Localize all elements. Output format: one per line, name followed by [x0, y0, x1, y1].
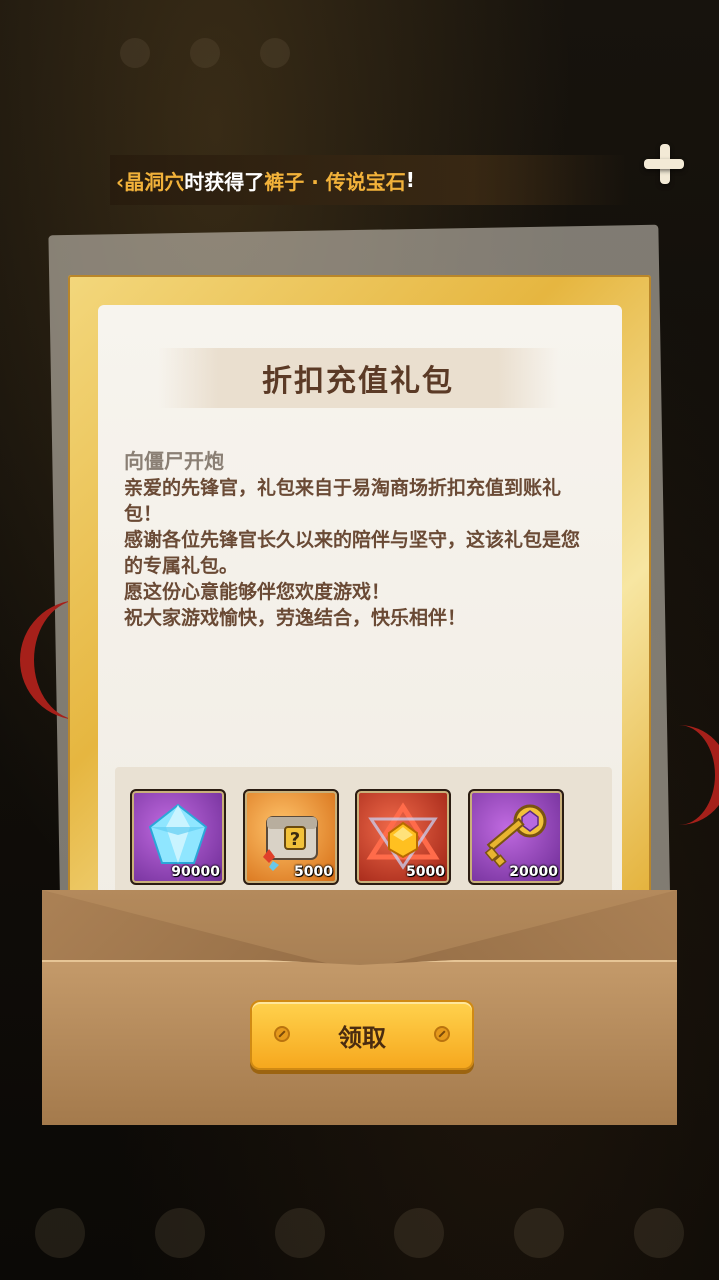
ticker-suffix: !	[405, 168, 415, 192]
reward-slot-key[interactable]: 20000	[468, 789, 564, 885]
ribbon-decoration-right	[655, 725, 719, 825]
nav-icon	[514, 1207, 565, 1258]
mail-title: 折扣充值礼包	[158, 348, 558, 408]
nav-icon	[154, 1207, 205, 1258]
reward-slot-diamond[interactable]: 90000	[130, 789, 226, 885]
mail-body: 亲爱的先锋官，礼包来自于易淘商场折扣充值到账礼包！ 感谢各位先锋官长久以来的陪伴…	[124, 475, 594, 631]
nav-icon	[34, 1207, 85, 1258]
resource-bar	[120, 38, 290, 68]
reward-slot-chest[interactable]: ? 5000	[243, 789, 339, 885]
mail-line: 祝大家游戏愉快，劳逸结合，快乐相伴！	[124, 607, 467, 629]
resource-icon	[190, 38, 220, 68]
resource-icon	[260, 38, 290, 68]
nav-icon	[634, 1207, 685, 1258]
mail-sender: 向僵尸开炮	[124, 449, 224, 473]
close-icon[interactable]	[642, 142, 686, 186]
bolt-icon	[274, 1026, 290, 1042]
ticker-location: ‹晶洞穴	[116, 169, 185, 194]
claim-button-label: 领取	[338, 1023, 386, 1052]
claim-button[interactable]: 领取	[250, 1000, 474, 1070]
nav-icon	[394, 1207, 445, 1258]
reward-qty: 90000	[171, 864, 220, 880]
resource-icon	[120, 38, 150, 68]
mail-line: 亲爱的先锋官，礼包来自于易淘商场折扣充值到账礼包！	[124, 477, 562, 525]
bottom-nav-dimmed	[0, 1185, 719, 1280]
reward-qty: 5000	[294, 864, 333, 880]
svg-text:?: ?	[290, 829, 300, 850]
ticker-text: 时获得了	[184, 169, 265, 194]
mail-line: 感谢各位先锋官长久以来的陪伴与坚守，这该礼包是您的专属礼包。	[124, 529, 581, 577]
nav-icon	[274, 1207, 325, 1258]
reward-slot-gem[interactable]: 5000	[355, 789, 451, 885]
reward-qty: 20000	[509, 864, 558, 880]
bolt-icon	[434, 1026, 450, 1042]
broadcast-ticker: ‹晶洞穴 时获得了 裤子 · 传说宝石 !	[110, 155, 630, 205]
mail-line: 愿这份心意能够伴您欢度游戏！	[124, 581, 391, 603]
ticker-item: 裤子 · 传说宝石	[264, 169, 406, 194]
reward-qty: 5000	[406, 864, 445, 880]
